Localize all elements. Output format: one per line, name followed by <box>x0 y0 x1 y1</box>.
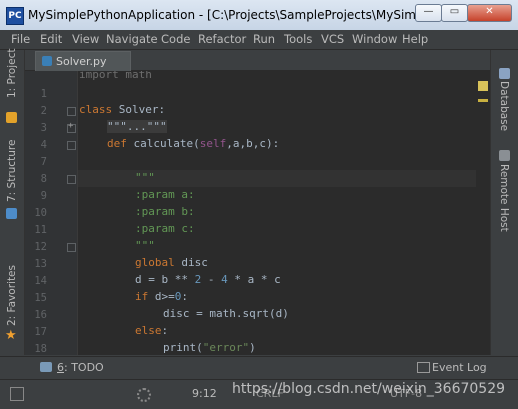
close-button[interactable]: ✕ <box>467 4 512 22</box>
code-line-9: """ <box>135 171 155 184</box>
line-number: 17 <box>34 326 47 338</box>
code-editor[interactable]: 1 2 3 4 7 8 9 10 11 12 13 14 15 16 17 18… <box>25 71 490 355</box>
project-icon <box>6 112 17 123</box>
line-number: 18 <box>34 343 47 355</box>
line-number: 10 <box>34 207 47 219</box>
tab-label: Solver.py <box>56 55 107 68</box>
editor-tab-bar: Solver.py <box>25 50 490 71</box>
line-number-gutter: 1 2 3 4 7 8 9 10 11 12 13 14 15 16 17 18 <box>25 71 78 355</box>
minimize-button[interactable]: — <box>415 4 442 22</box>
fold-marker[interactable] <box>67 243 76 252</box>
code-line-11: :param b: <box>135 205 195 218</box>
window-title: MySimplePythonApplication - [C:\Projects… <box>28 8 418 22</box>
event-log-icon <box>417 362 430 373</box>
caret-position[interactable]: 9:12 <box>192 387 217 400</box>
code-line-13: """ <box>135 239 155 252</box>
code-line-14: global disc <box>135 256 208 269</box>
menu-window[interactable]: Window <box>352 32 397 46</box>
watermark: https://blog.csdn.net/weixin_36670529 <box>232 381 506 397</box>
line-number: 3 <box>40 122 47 134</box>
favorites-tool-tab[interactable]: 2: Favorites <box>6 265 18 326</box>
todo-tool-tab[interactable]: 6: TODO <box>57 361 104 374</box>
code-line-18: else: <box>135 324 169 337</box>
code-line-3: class Solver: <box>79 103 166 116</box>
todo-label: : TODO <box>64 361 104 374</box>
code-line-partial: import math <box>79 71 152 81</box>
warning-marker-icon[interactable] <box>478 81 488 91</box>
menu-refactor[interactable]: Refactor <box>198 32 246 46</box>
pycharm-app-icon: PC <box>6 7 24 25</box>
fold-expand-icon[interactable] <box>67 121 76 133</box>
menu-help[interactable]: Help <box>402 32 428 46</box>
code-line-19: print("error") <box>163 341 256 354</box>
project-tool-tab[interactable]: 1: Project <box>6 49 18 98</box>
editor-marker-bar[interactable] <box>476 71 490 355</box>
menu-view[interactable]: View <box>72 32 99 46</box>
database-tool-tab[interactable]: Database <box>498 81 510 131</box>
menu-run[interactable]: Run <box>253 32 275 46</box>
line-number: 7 <box>40 156 47 168</box>
event-log-tab[interactable]: Event Log <box>432 361 487 374</box>
python-file-icon <box>42 56 52 66</box>
line-number: 4 <box>40 139 47 151</box>
code-line-12: :param c: <box>135 222 195 235</box>
line-number: 9 <box>40 190 47 202</box>
fold-marker[interactable] <box>67 141 76 150</box>
progress-spinner-icon <box>137 388 151 402</box>
menu-file[interactable]: File <box>11 32 30 46</box>
line-number: 14 <box>34 275 47 287</box>
remote-host-tool-tab[interactable]: Remote Host <box>498 164 510 232</box>
line-number: 1 <box>40 88 47 100</box>
tab-solver-py[interactable]: Solver.py <box>35 51 131 71</box>
code-line-10: :param a: <box>135 188 195 201</box>
favorites-star-icon: ★ <box>5 328 17 343</box>
menu-edit[interactable]: Edit <box>40 32 62 46</box>
menu-navigate[interactable]: Navigate <box>106 32 158 46</box>
code-line-4: """...""" <box>107 120 167 133</box>
todo-icon <box>40 362 52 372</box>
right-tool-strip: Database Remote Host <box>490 50 518 355</box>
menu-bar: File Edit View Navigate Code Refactor Ru… <box>0 30 518 50</box>
code-line-17: disc = math.sqrt(d) <box>163 307 289 320</box>
menu-tools[interactable]: Tools <box>284 32 312 46</box>
line-number: 16 <box>34 309 47 321</box>
fold-marker[interactable] <box>67 175 76 184</box>
bottom-tool-bar: 6: TODO Event Log <box>0 356 518 379</box>
toggle-tool-windows-icon[interactable] <box>10 387 24 401</box>
left-tool-strip: 1: Project 7: Structure 2: Favorites ★ <box>0 49 25 355</box>
line-number: 11 <box>34 224 47 236</box>
line-number: 15 <box>34 292 47 304</box>
marker[interactable] <box>478 99 488 102</box>
title-bar: PC MySimplePythonApplication - [C:\Proje… <box>0 0 518 30</box>
line-number: 8 <box>40 173 47 185</box>
code-line-16: if d>=0: <box>135 290 188 303</box>
menu-vcs[interactable]: VCS <box>321 32 344 46</box>
todo-num: 6 <box>57 361 64 374</box>
menu-code[interactable]: Code <box>161 32 190 46</box>
code-line-7: def calculate(self,a,b,c): <box>107 137 280 150</box>
line-number: 12 <box>34 241 47 253</box>
structure-icon <box>6 208 17 219</box>
fold-marker[interactable] <box>67 107 76 116</box>
maximize-button[interactable]: ▭ <box>441 4 468 22</box>
structure-tool-tab[interactable]: 7: Structure <box>6 140 18 202</box>
remote-host-icon <box>499 150 510 161</box>
line-number: 2 <box>40 105 47 117</box>
code-line-15: d = b ** 2 - 4 * a * c <box>135 273 281 286</box>
database-icon <box>499 68 510 79</box>
line-number: 13 <box>34 258 47 270</box>
